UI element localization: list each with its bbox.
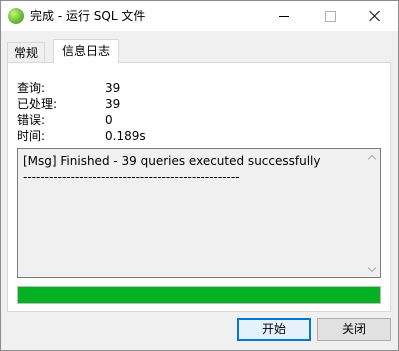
minimize-button[interactable] (261, 1, 307, 31)
scroll-up-button[interactable] (367, 153, 377, 163)
navicat-app-icon (8, 8, 24, 24)
stat-label: 时间: (17, 129, 46, 143)
stat-label: 已处理: (17, 97, 58, 111)
window-title: 完成 - 运行 SQL 文件 (30, 9, 146, 23)
chevron-down-icon (367, 263, 377, 272)
title-bar[interactable]: 完成 - 运行 SQL 文件 (1, 1, 398, 31)
stat-label: 错误: (17, 113, 46, 127)
tab-general[interactable]: 常规 (7, 42, 46, 62)
tab-message-log[interactable]: 信息日志 (53, 39, 120, 63)
scroll-down-button[interactable] (367, 263, 377, 273)
close-icon (369, 10, 381, 22)
maximize-button (307, 1, 353, 31)
progress-bar-fill (18, 287, 380, 303)
stat-value: 39 (105, 81, 121, 95)
progress-bar (17, 286, 381, 304)
stat-label: 查询: (17, 81, 46, 95)
stat-row-time: 时间: 0.189s (17, 129, 217, 143)
start-button[interactable]: 开始 (237, 318, 311, 341)
stat-row-errors: 错误: 0 (17, 113, 217, 127)
minimize-icon (279, 15, 289, 17)
stat-value: 0.189s (105, 129, 146, 143)
stat-value: 39 (105, 97, 121, 111)
message-log-textarea[interactable]: [Msg] Finished - 39 queries executed suc… (17, 148, 381, 278)
close-window-button[interactable] (352, 1, 398, 31)
chevron-up-icon (367, 154, 377, 163)
close-button[interactable]: 关闭 (317, 318, 391, 341)
stat-row-queries: 查询: 39 (17, 81, 217, 95)
stat-value: 0 (105, 113, 113, 127)
stat-row-processed: 已处理: 39 (17, 97, 217, 111)
log-scrollbar[interactable] (364, 149, 380, 277)
log-text: [Msg] Finished - 39 queries executed suc… (23, 154, 321, 184)
dialog-window: 完成 - 运行 SQL 文件 常规 信息日志 查询: 39 已处理: 39 错误… (0, 0, 399, 351)
maximize-icon (324, 10, 336, 22)
